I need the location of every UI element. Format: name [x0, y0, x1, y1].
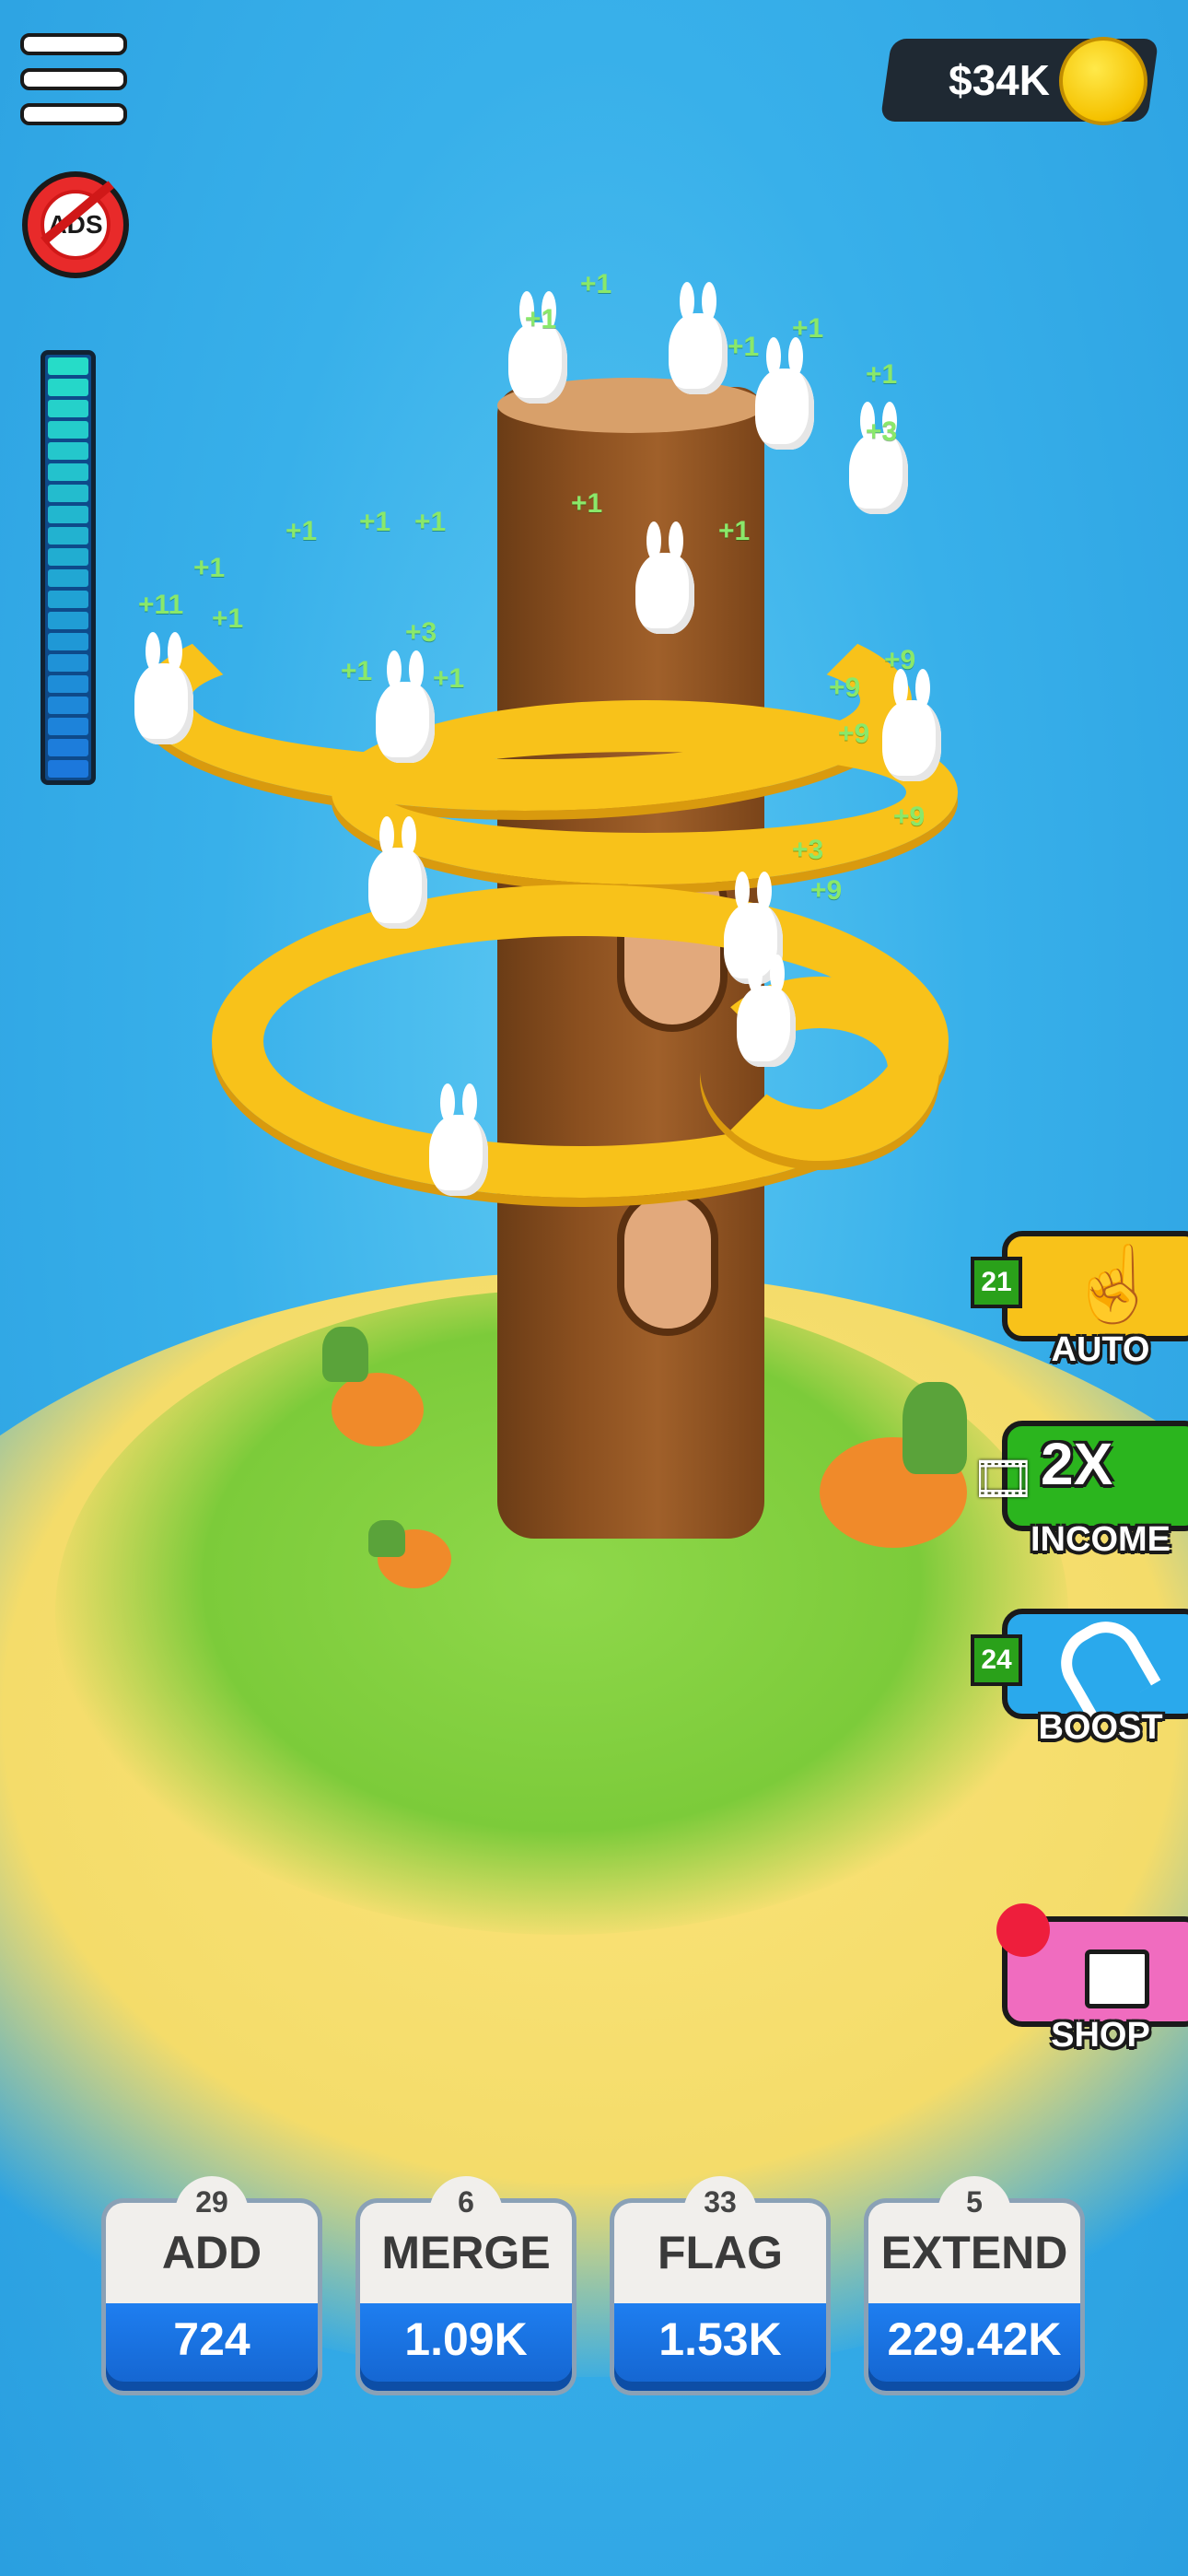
- menu-button[interactable]: [20, 33, 127, 125]
- bunny: [737, 954, 796, 1067]
- upgrade-price: 1.53K: [658, 2313, 782, 2365]
- floating-income-text: +1: [285, 516, 318, 546]
- upgrade-extend-button[interactable]: 5 EXTEND 229.42K: [864, 2176, 1085, 2403]
- tap-hand-icon: ☝: [1068, 1243, 1160, 1325]
- spiral-track: [700, 977, 939, 1161]
- floating-income-text: +11: [138, 590, 184, 620]
- floating-income-text: +1: [212, 603, 244, 634]
- progress-segment: [48, 675, 88, 693]
- bunny: [376, 650, 435, 763]
- upgrade-flag-button[interactable]: 33 FLAG 1.53K: [610, 2176, 831, 2403]
- progress-segment: [48, 569, 88, 587]
- floating-income-text: +9: [838, 719, 870, 749]
- carrot-icon: [332, 1373, 424, 1446]
- coin-icon: [1059, 37, 1147, 125]
- floating-income-text: +1: [580, 269, 612, 299]
- floating-income-text: +3: [405, 617, 437, 648]
- progress-segment: [48, 463, 88, 481]
- floating-income-text: +1: [359, 507, 391, 537]
- progress-segment: [48, 739, 88, 756]
- bunny: [635, 521, 694, 634]
- progress-segment: [48, 357, 88, 375]
- progress-segment: [48, 654, 88, 672]
- floating-income-text: +1: [718, 516, 751, 546]
- progress-segment: [48, 633, 88, 650]
- progress-segment: [48, 697, 88, 714]
- upgrade-title: FLAG: [657, 2227, 784, 2278]
- upgrade-price: 724: [173, 2313, 250, 2365]
- auto-label: AUTO: [1051, 1330, 1150, 1369]
- progress-segment: [48, 718, 88, 735]
- upgrade-title: EXTEND: [880, 2227, 1068, 2278]
- menu-bar: [20, 68, 127, 90]
- progress-segment: [48, 379, 88, 396]
- progress-segment: [48, 400, 88, 417]
- floating-income-text: +1: [866, 359, 898, 390]
- progress-segment: [48, 421, 88, 439]
- progress-segment: [48, 506, 88, 523]
- bunny: [669, 282, 728, 394]
- floating-income-text: +1: [341, 656, 373, 686]
- progress-segment: [48, 548, 88, 566]
- no-ads-button[interactable]: ADS: [22, 171, 129, 278]
- floating-income-text: +1: [433, 663, 465, 694]
- money-amount: $34K: [949, 56, 1050, 104]
- shop-label: SHOP: [1051, 2016, 1150, 2055]
- shopping-bag-icon: [1085, 1950, 1149, 2008]
- upgrade-price: 229.42K: [887, 2313, 1062, 2365]
- floating-income-text: +9: [893, 802, 926, 832]
- boost-label: BOOST: [1038, 1708, 1163, 1747]
- ads-label: ADS: [41, 190, 111, 260]
- floating-income-text: +1: [728, 332, 760, 362]
- floating-income-text: +1: [525, 304, 557, 334]
- progress-segment: [48, 527, 88, 544]
- progress-segment: [48, 591, 88, 608]
- slide-icon: [1047, 1608, 1161, 1722]
- bush-icon: [903, 1382, 967, 1474]
- video-ad-icon: 🎞: [971, 1449, 1037, 1507]
- upgrade-title: ADD: [161, 2227, 262, 2278]
- bunny: [429, 1083, 488, 1196]
- income-multiplier: 2X: [1041, 1431, 1113, 1497]
- boost-button[interactable]: [1002, 1608, 1188, 1722]
- leaf-icon: [322, 1327, 368, 1382]
- floating-income-text: +9: [884, 645, 916, 675]
- upgrade-merge-button[interactable]: 6 MERGE 1.09K: [355, 2176, 577, 2403]
- leaf-icon: [368, 1520, 405, 1557]
- auto-count-badge: 21: [971, 1257, 1022, 1308]
- progress-meter: [41, 350, 96, 785]
- game-screen: ADS $34K ☝ 21 AUTO 🎞 2X INCOME 24 BOOST …: [0, 0, 1188, 2576]
- menu-bar: [20, 33, 127, 55]
- floating-income-text: +9: [829, 673, 861, 703]
- bunny: [882, 669, 941, 781]
- floating-income-text: +1: [792, 313, 824, 344]
- upgrade-add-button[interactable]: 29 ADD 724: [101, 2176, 322, 2403]
- floating-income-text: +9: [810, 875, 843, 906]
- progress-segment: [48, 485, 88, 502]
- notification-dot: [996, 1903, 1050, 1957]
- menu-bar: [20, 103, 127, 125]
- progress-segment: [48, 442, 88, 460]
- progress-segment: [48, 612, 88, 629]
- boost-count-badge: 24: [971, 1634, 1022, 1686]
- auto-button[interactable]: ☝: [1002, 1231, 1188, 1341]
- bunny: [368, 816, 427, 929]
- bunny: [755, 337, 814, 450]
- income-label: INCOME: [1031, 1520, 1171, 1559]
- floating-income-text: +1: [571, 488, 603, 519]
- progress-segment: [48, 760, 88, 778]
- tower-window: [617, 1188, 718, 1336]
- floating-income-text: +3: [792, 835, 824, 865]
- floating-income-text: +1: [193, 553, 226, 583]
- bunny: [134, 632, 193, 744]
- floating-income-text: +1: [414, 507, 447, 537]
- floating-income-text: +3: [866, 416, 898, 447]
- upgrade-price: 1.09K: [404, 2313, 528, 2365]
- upgrade-title: MERGE: [381, 2227, 551, 2278]
